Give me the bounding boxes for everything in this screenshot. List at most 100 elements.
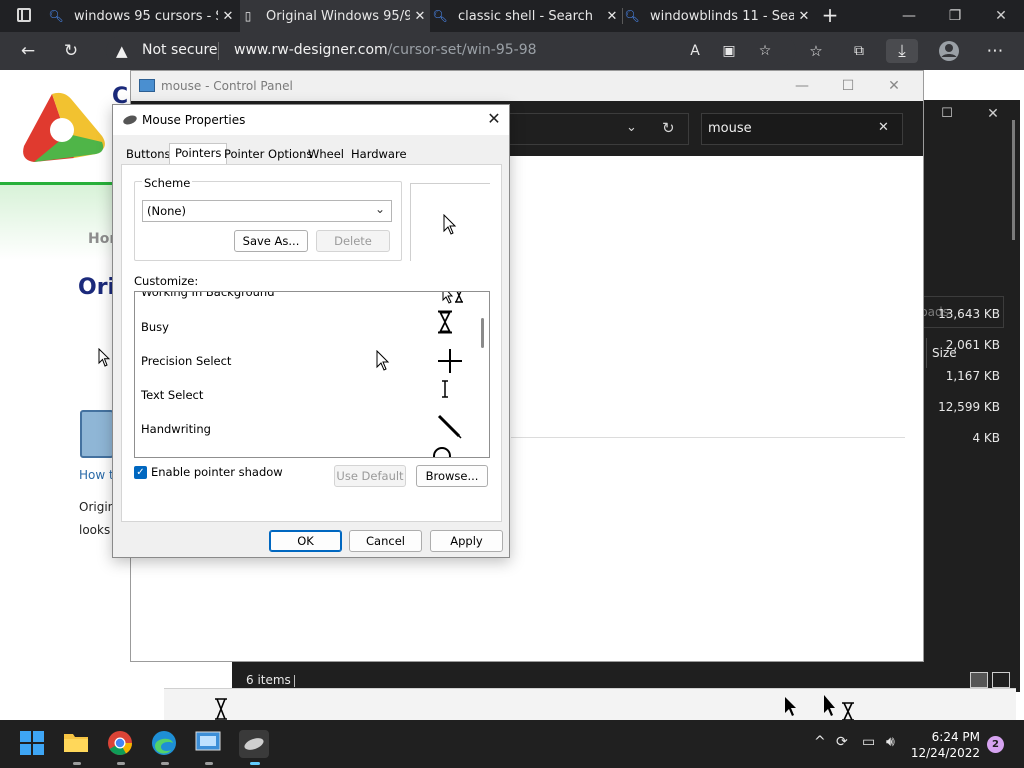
enable-shadow-checkbox[interactable]: ✓ xyxy=(134,466,147,479)
browse-button[interactable]: Browse... xyxy=(416,465,488,487)
restore-button[interactable]: ❐ xyxy=(932,0,978,32)
tiles-view-icon[interactable] xyxy=(992,672,1010,688)
scroll-thumb[interactable] xyxy=(481,318,484,348)
scheme-select[interactable]: (None) ⌄ xyxy=(142,200,392,222)
favorites-icon[interactable]: ☆ xyxy=(803,39,829,63)
tab-buttons[interactable]: Buttons xyxy=(121,145,176,165)
file-size[interactable]: 12,599 KB xyxy=(938,400,1000,414)
tab-wheel[interactable]: Wheel xyxy=(303,145,349,165)
apply-button[interactable]: Apply xyxy=(430,530,503,552)
details-view-icon[interactable] xyxy=(970,672,988,688)
volume-icon[interactable]: 🔊︎ xyxy=(886,734,895,750)
close-icon[interactable]: ✕ xyxy=(602,9,622,24)
warning-icon[interactable]: ▲ xyxy=(116,42,128,60)
browser-tab-2[interactable]: ▯ Original Windows 95/9 ✕ xyxy=(240,0,430,32)
cursor-list[interactable]: Working In Background Busy Precision Sel… xyxy=(134,291,490,458)
tab-title: Original Windows 95/9 xyxy=(266,8,410,24)
minimize-button[interactable]: — xyxy=(886,0,932,32)
browser-tab-1[interactable]: 🔍︎ windows 95 cursors - Se ✕ xyxy=(48,0,238,32)
new-tab-button[interactable]: + xyxy=(818,3,842,27)
display-icon[interactable]: ▭ xyxy=(862,734,875,750)
start-button[interactable] xyxy=(19,730,47,758)
chrome-taskbar-button[interactable] xyxy=(107,730,135,765)
tab-hardware[interactable]: Hardware xyxy=(346,145,412,165)
search-input[interactable]: mouse ✕ xyxy=(701,113,903,145)
list-item[interactable]: Text Select xyxy=(141,388,203,402)
control-panel-taskbar-button[interactable] xyxy=(195,730,223,765)
profile-avatar[interactable] xyxy=(936,39,962,63)
list-item[interactable]: Handwriting xyxy=(141,422,211,436)
back-button[interactable]: ← xyxy=(15,39,41,63)
list-item[interactable]: Precision Select xyxy=(141,354,231,368)
close-icon[interactable]: ✕ xyxy=(410,9,430,24)
control-panel-icon xyxy=(195,731,221,751)
immersive-reader-icon[interactable]: ▣ xyxy=(716,39,742,63)
maximize-button[interactable]: ☐ xyxy=(825,71,871,101)
scroll-thumb[interactable] xyxy=(1012,120,1015,240)
url-host: www.rw-designer.com xyxy=(234,42,388,58)
more-menu-icon[interactable]: ⋯ xyxy=(982,39,1008,63)
minimize-button[interactable]: — xyxy=(779,71,825,101)
cancel-button[interactable]: Cancel xyxy=(349,530,422,552)
close-button[interactable]: ✕ xyxy=(871,71,917,101)
page-icon: ▯ xyxy=(244,9,252,23)
browser-tab-4[interactable]: 🔍︎ windowblinds 11 - Sear ✕ xyxy=(624,0,814,32)
close-window-button[interactable]: ✕ xyxy=(978,0,1024,32)
refresh-icon[interactable]: ↻ xyxy=(662,119,675,137)
chevron-down-icon[interactable]: ⌄ xyxy=(626,120,637,135)
file-size[interactable]: 1,167 KB xyxy=(946,369,1000,383)
pointers-panel: Scheme (None) ⌄ Save As... Delete Custom… xyxy=(121,164,502,522)
browser-toolbar: ← ↻ ▲ Not secure www.rw-designer.com/cur… xyxy=(0,32,1024,70)
tab-title: windows 95 cursors - Se xyxy=(74,8,218,24)
mouse-icon xyxy=(244,738,264,750)
browser-tab-3[interactable]: 🔍︎ classic shell - Search ✕ xyxy=(432,0,622,32)
close-icon[interactable]: ✕ xyxy=(218,9,238,24)
busy-arrow-icon xyxy=(442,292,463,304)
control-panel-title-bar[interactable]: mouse - Control Panel — ☐ ✕ xyxy=(131,71,923,101)
notification-badge[interactable]: 2 xyxy=(987,736,1004,753)
mouse-properties-taskbar-button[interactable] xyxy=(239,730,269,765)
site-logo[interactable] xyxy=(14,88,110,168)
url-text[interactable]: www.rw-designer.com/cursor-set/win-95-98 xyxy=(234,42,537,58)
use-default-button[interactable]: Use Default xyxy=(334,465,406,487)
running-indicator xyxy=(117,762,125,765)
show-hidden-icons-chevron[interactable]: ^ xyxy=(814,734,826,750)
save-as-button[interactable]: Save As... xyxy=(234,230,308,252)
tab-actions-icon[interactable] xyxy=(17,8,31,22)
floppy-disk-icon[interactable] xyxy=(80,410,114,458)
taskbar-clock[interactable]: 6:24 PM 12/24/2022 xyxy=(910,729,980,761)
hourglass-icon xyxy=(215,698,227,720)
mouse-icon xyxy=(122,113,138,127)
file-explorer-taskbar-button[interactable] xyxy=(63,730,91,765)
explorer-maximize-button[interactable]: ☐ xyxy=(924,106,970,121)
list-item[interactable]: Working In Background xyxy=(141,292,275,299)
not-secure-label[interactable]: Not secure xyxy=(142,42,218,58)
close-icon[interactable]: ✕ xyxy=(878,120,889,135)
close-icon[interactable]: ✕ xyxy=(794,9,814,24)
edge-icon xyxy=(152,731,176,755)
add-favorite-icon[interactable]: ☆ xyxy=(752,39,778,63)
clock-time: 6:24 PM xyxy=(931,730,980,744)
how-to-link[interactable]: How t xyxy=(79,468,114,482)
tab-separator xyxy=(622,8,623,24)
edge-taskbar-button[interactable] xyxy=(151,730,179,765)
list-item[interactable]: Busy xyxy=(141,320,169,334)
downloads-icon[interactable]: ⤓ xyxy=(886,39,918,63)
refresh-button[interactable]: ↻ xyxy=(58,39,84,63)
window-title: mouse - Control Panel xyxy=(161,79,293,93)
file-size[interactable]: 4 KB xyxy=(972,431,1000,445)
enable-shadow-label[interactable]: Enable pointer shadow xyxy=(151,465,283,479)
explorer-scrollbar[interactable] xyxy=(1010,100,1018,660)
delete-button[interactable]: Delete xyxy=(316,230,390,252)
ok-button[interactable]: OK xyxy=(269,530,342,552)
collections-icon[interactable]: ⧉ xyxy=(846,39,872,63)
address-box[interactable]: ⌄ ↻ xyxy=(507,113,689,145)
dialog-title-bar[interactable]: Mouse Properties ✕ xyxy=(113,105,509,135)
file-size[interactable]: 13,643 KB xyxy=(938,307,1000,321)
read-aloud-icon[interactable]: A xyxy=(682,39,708,63)
file-size[interactable]: 2,061 KB xyxy=(946,338,1000,352)
arrow-cursor-icon xyxy=(98,348,110,367)
close-button[interactable]: ✕ xyxy=(481,109,507,131)
list-scrollbar[interactable] xyxy=(479,292,489,457)
network-sync-icon[interactable]: ⟳ xyxy=(836,734,848,750)
